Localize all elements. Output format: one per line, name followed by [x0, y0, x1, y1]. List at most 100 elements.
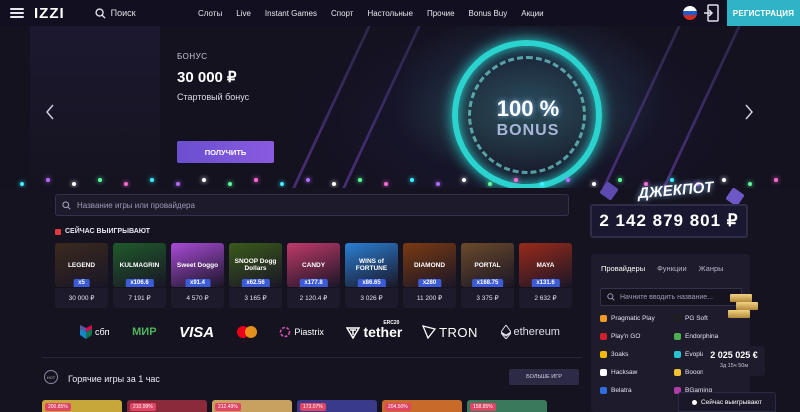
game-title: MAYA: [536, 261, 555, 269]
register-button[interactable]: РЕГИСТРАЦИЯ: [727, 0, 800, 26]
provider-search-input[interactable]: [620, 293, 735, 301]
provider-logo-icon: [674, 350, 681, 358]
winner-card[interactable]: LEGEND x5 30 000 ₽: [55, 243, 108, 308]
hot-game-card[interactable]: 173.07%: [297, 400, 377, 412]
provider-name: Belatra: [611, 386, 632, 394]
game-thumbnail[interactable]: CANDY x177.8: [287, 243, 340, 287]
winner-card[interactable]: Sweet Doggo x91.4 4 570 ₽: [171, 243, 224, 308]
game-thumbnail[interactable]: WINS of FORTUNE x86.65: [345, 243, 398, 287]
game-thumbnail[interactable]: DIAMOND x280: [403, 243, 456, 287]
provider-item[interactable]: 3oaks: [600, 348, 674, 360]
game-thumbnail[interactable]: SNOOP Dogg Dollars x62.56: [229, 243, 282, 287]
garland-light: [150, 178, 154, 182]
payment-tron: TRON: [422, 325, 478, 340]
jackpot-popup[interactable]: 2 025 025 € 3д 15ч 50м: [703, 346, 765, 376]
game-search-input[interactable]: [77, 200, 557, 210]
payment-tether-label: tether: [363, 324, 403, 340]
winner-card[interactable]: WINS of FORTUNE x86.65 3 026 ₽: [345, 243, 398, 308]
game-thumbnail[interactable]: Sweet Doggo x91.4: [171, 243, 224, 287]
page: IZZI Поиск Слоты Live Instant Games Спор…: [0, 0, 800, 412]
garland-light: [722, 178, 726, 182]
winner-card[interactable]: DIAMOND x280 11 200 ₽: [403, 243, 456, 308]
provider-search-field[interactable]: [600, 288, 742, 306]
popup-time: 3д 15ч 50м: [719, 363, 749, 369]
providers-tabs: Провайдеры Функции Жанры: [591, 254, 750, 273]
provider-item[interactable]: Play'n GO: [600, 330, 674, 342]
nav-table-games[interactable]: Настольные: [367, 9, 413, 18]
game-thumbnail[interactable]: PORTAL x168.75: [461, 243, 514, 287]
win-multiplier: x177.8: [299, 279, 328, 287]
garland-light: [46, 178, 50, 182]
nav-bonus-buy[interactable]: Bonus Buy: [469, 9, 508, 18]
promo-banner[interactable]: 100 % BONUS БОНУС 30 000 ₽ Стартовый бон…: [0, 26, 800, 188]
provider-item[interactable]: Endorphina: [674, 330, 748, 342]
rtp-badge: 212.49%: [215, 403, 241, 411]
chevron-right-icon[interactable]: [744, 104, 754, 120]
provider-logo-icon: [674, 332, 681, 340]
get-bonus-button[interactable]: ПОЛУЧИТЬ: [177, 141, 274, 163]
hot-game-card[interactable]: 210.99%: [127, 400, 207, 412]
jackpot-widget: ДЖЕКПОТ 2 142 879 801 ₽: [588, 179, 751, 246]
hot-games-row: 200.85% 210.99% 212.49% 173.07% 204.50% 158.8…: [42, 400, 547, 412]
winner-card[interactable]: CANDY x177.8 2 120.4 ₽: [287, 243, 340, 308]
provider-item[interactable]: Belatra: [600, 384, 674, 396]
providers-panel: Провайдеры Функции Жанры Pragmatic Play P…: [591, 254, 750, 412]
tab-providers[interactable]: Провайдеры: [601, 264, 645, 273]
game-thumbnail[interactable]: MAYA x131.6: [519, 243, 572, 287]
winner-card[interactable]: PORTAL x168.75 3 375 ₽: [461, 243, 514, 308]
hot-game-card[interactable]: 204.50%: [382, 400, 462, 412]
game-title: KULMAGRIN: [119, 261, 160, 269]
rtp-badge: 210.99%: [130, 403, 156, 411]
winner-card[interactable]: SNOOP Dogg Dollars x62.56 3 165 ₽: [229, 243, 282, 308]
live-dot-icon: [691, 399, 697, 405]
garland-light: [176, 182, 180, 186]
provider-name: Play'n GO: [611, 332, 641, 340]
winner-card[interactable]: MAYA x131.6 2 632 ₽: [519, 243, 572, 308]
tab-genres[interactable]: Жанры: [699, 264, 724, 273]
rtp-badge: 158.85%: [470, 403, 496, 411]
win-multiplier: x168.75: [471, 279, 504, 287]
logo[interactable]: IZZI: [34, 5, 65, 22]
garland-light: [254, 178, 258, 182]
provider-item[interactable]: Pragmatic Play: [600, 312, 674, 324]
game-thumbnail[interactable]: KULMAGRIN x106.6: [113, 243, 166, 287]
win-multiplier: x86.65: [357, 279, 386, 287]
tab-features[interactable]: Функции: [657, 264, 687, 273]
search-button[interactable]: Поиск: [95, 7, 136, 19]
win-amount: 4 570 ₽: [171, 288, 224, 308]
provider-item[interactable]: Hacksaw: [600, 366, 674, 378]
payment-ethereum-label: ethereum: [513, 326, 560, 338]
nav-instant-games[interactable]: Instant Games: [265, 9, 317, 18]
payment-mir: МИР: [132, 326, 157, 338]
garland-light: [514, 178, 518, 182]
payment-tether-network: ERC20: [383, 320, 400, 326]
winner-card[interactable]: KULMAGRIN x106.6 7 191 ₽: [113, 243, 166, 308]
nav-sport[interactable]: Спорт: [331, 9, 354, 18]
chevron-left-icon[interactable]: [45, 104, 55, 120]
nav-other[interactable]: Прочие: [427, 9, 455, 18]
nav-promotions[interactable]: Акции: [521, 9, 543, 18]
hot-game-card[interactable]: 200.85%: [42, 400, 122, 412]
login-icon[interactable]: [703, 4, 719, 22]
payment-sbp: сбп: [80, 325, 110, 339]
hot-game-card[interactable]: 158.85%: [467, 400, 547, 412]
win-multiplier: x131.6: [531, 279, 560, 287]
rtp-badge: 204.50%: [385, 403, 411, 411]
game-search-field[interactable]: [55, 194, 569, 216]
garland-light: [306, 178, 310, 182]
game-thumbnail[interactable]: LEGEND x5: [55, 243, 108, 287]
win-multiplier: x280: [417, 279, 442, 287]
more-games-button[interactable]: БОЛЬШЕ ИГР: [509, 369, 579, 385]
russian-flag-icon[interactable]: [683, 6, 697, 20]
nav-live[interactable]: Live: [236, 9, 251, 18]
nav-slots[interactable]: Слоты: [198, 9, 222, 18]
win-amount: 2 632 ₽: [519, 288, 572, 308]
hot-game-card[interactable]: 212.49%: [212, 400, 292, 412]
banner-text: БОНУС 30 000 ₽ Стартовый бонус: [177, 52, 249, 102]
garland-light: [332, 182, 336, 186]
search-label: Поиск: [110, 8, 136, 18]
garland-light: [566, 178, 570, 182]
menu-icon[interactable]: [10, 8, 24, 18]
game-title: LEGEND: [67, 261, 96, 269]
winning-now-tab[interactable]: Сейчас выигрывают: [678, 392, 776, 412]
